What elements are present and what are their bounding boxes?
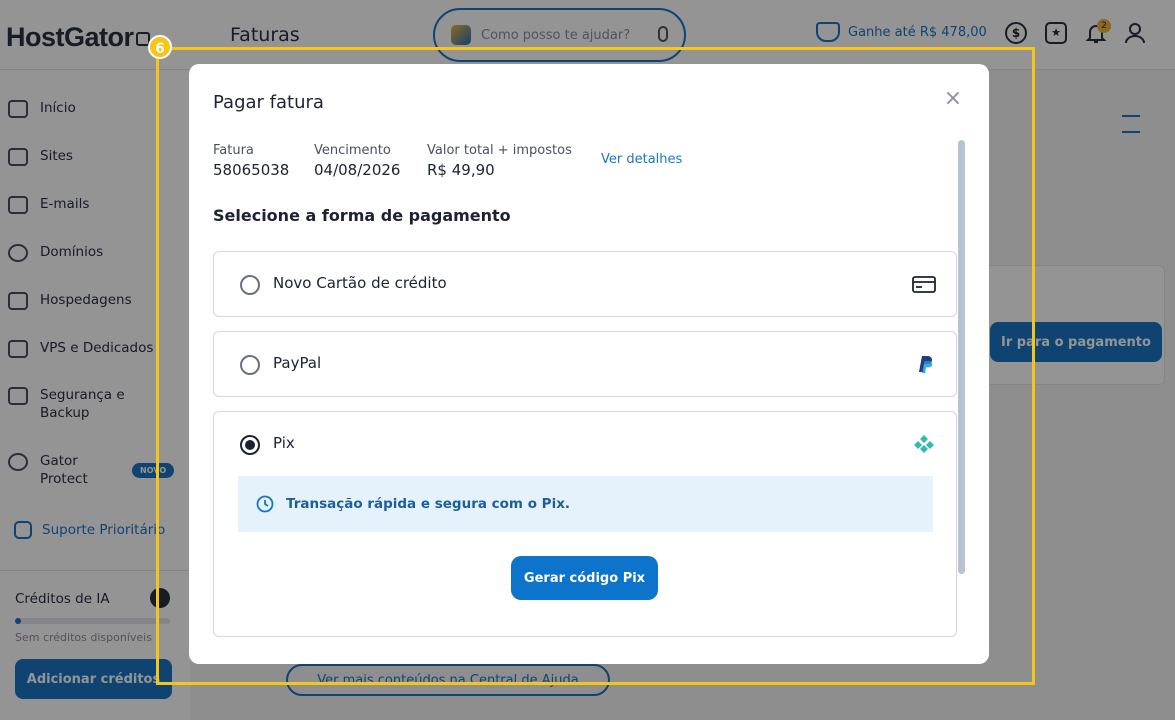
payment-option-credit-card[interactable]: Novo Cartão de crédito <box>213 251 957 317</box>
payment-option-pix[interactable]: Pix Transação rápida e segura com o Pix.… <box>213 411 957 637</box>
paypal-option-header[interactable]: PayPal <box>214 332 956 396</box>
view-details-link[interactable]: Ver detalhes <box>601 152 682 167</box>
modal-title: Pagar fatura <box>213 92 324 113</box>
pix-info-text: Transação rápida e segura com o Pix. <box>286 496 571 512</box>
invoice-label: Fatura <box>213 143 254 158</box>
due-date-label: Vencimento <box>314 143 391 158</box>
due-date-value: 04/08/2026 <box>314 161 401 179</box>
credit-card-label: Novo Cartão de crédito <box>273 274 447 292</box>
pix-icon <box>914 435 934 453</box>
paypal-icon <box>919 356 933 373</box>
total-label: Valor total + impostos <box>427 143 572 158</box>
invoice-number: 58065038 <box>213 161 290 179</box>
pay-invoice-modal: Pagar fatura × Fatura 58065038 Venciment… <box>189 64 989 664</box>
step-badge: 6 <box>148 35 172 59</box>
total-block: Valor total + impostos R$ 49,90 <box>427 143 572 179</box>
paypal-label: PayPal <box>273 354 322 372</box>
payment-option-paypal[interactable]: PayPal <box>213 331 957 397</box>
payment-method-heading: Selecione a forma de pagamento <box>213 206 511 225</box>
credit-card-radio[interactable] <box>240 275 260 295</box>
pix-option-header[interactable]: Pix <box>214 412 956 476</box>
credit-card-option-header[interactable]: Novo Cartão de crédito <box>214 252 956 316</box>
generate-pix-code-button[interactable]: Gerar código Pix <box>511 556 658 600</box>
pix-radio[interactable] <box>240 435 260 455</box>
pix-info-banner: Transação rápida e segura com o Pix. <box>238 476 933 532</box>
paypal-radio[interactable] <box>240 355 260 375</box>
clock-icon <box>256 495 274 513</box>
modal-scrollbar[interactable] <box>958 140 965 574</box>
due-date-block: Vencimento 04/08/2026 <box>314 143 400 179</box>
pix-label: Pix <box>273 434 295 452</box>
close-icon[interactable]: × <box>943 88 963 110</box>
invoice-number-block: Fatura 58065038 <box>213 143 289 179</box>
total-value: R$ 49,90 <box>427 161 495 179</box>
credit-card-icon <box>912 276 936 293</box>
